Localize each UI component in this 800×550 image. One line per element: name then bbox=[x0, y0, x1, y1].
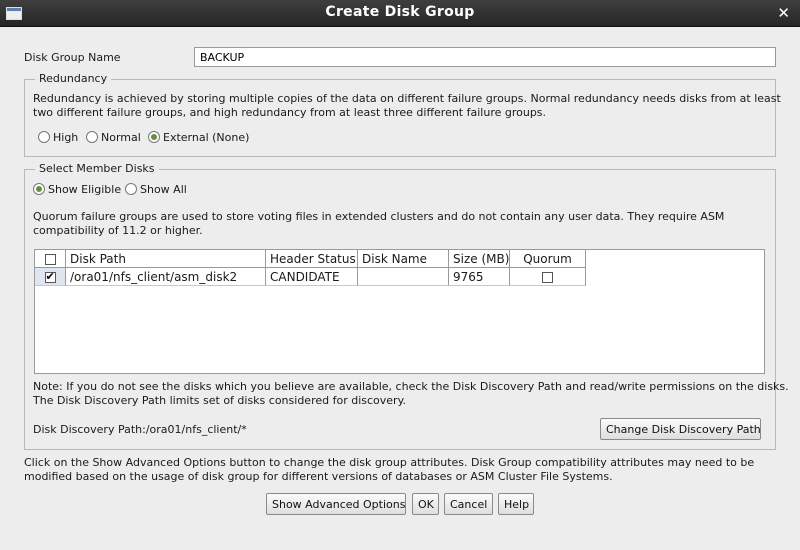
member-disks-legend: Select Member Disks bbox=[35, 162, 159, 175]
show-advanced-options-button[interactable]: Show Advanced Options bbox=[266, 493, 406, 515]
show-all-radio[interactable]: Show All bbox=[125, 183, 187, 196]
redundancy-description-line-1: Redundancy is achieved by storing multip… bbox=[33, 92, 781, 105]
advanced-info-line-2: modified based on the usage of disk grou… bbox=[24, 470, 613, 483]
radio-show-eligible-icon bbox=[33, 183, 45, 195]
change-discovery-path-button[interactable]: Change Disk Discovery Path bbox=[600, 418, 761, 440]
quorum-note-line-2: compatibility of 11.2 or higher. bbox=[33, 224, 203, 237]
column-header-header-status[interactable]: Header Status bbox=[266, 250, 358, 268]
quorum-note-line-1: Quorum failure groups are used to store … bbox=[33, 210, 725, 223]
radio-show-all-icon bbox=[125, 183, 137, 195]
redundancy-description: Redundancy is achieved by storing multip… bbox=[33, 92, 781, 120]
redundancy-legend: Redundancy bbox=[35, 72, 112, 85]
size-cell: 9765 bbox=[449, 268, 510, 286]
advanced-info-line-1: Click on the Show Advanced Options butto… bbox=[24, 456, 755, 469]
close-icon[interactable]: ✕ bbox=[777, 4, 790, 22]
row-select-cell[interactable] bbox=[35, 268, 66, 286]
redundancy-normal-radio[interactable]: Normal bbox=[86, 131, 141, 144]
redundancy-external-label: External (None) bbox=[163, 131, 250, 144]
disk-group-name-input[interactable] bbox=[194, 47, 776, 67]
table-header: Disk Path Header Status Disk Name Size (… bbox=[35, 250, 586, 268]
radio-high-icon bbox=[38, 131, 50, 143]
select-all-cell[interactable] bbox=[35, 250, 66, 268]
discovery-note-line-2: The Disk Discovery Path limits set of di… bbox=[33, 394, 407, 407]
column-header-disk-name[interactable]: Disk Name bbox=[358, 250, 449, 268]
redundancy-description-line-2: two different failure groups, and high r… bbox=[33, 106, 547, 119]
column-header-size[interactable]: Size (MB) bbox=[449, 250, 510, 268]
radio-external-icon bbox=[148, 131, 160, 143]
show-all-label: Show All bbox=[140, 183, 187, 196]
show-eligible-label: Show Eligible bbox=[48, 183, 122, 196]
redundancy-high-label: High bbox=[53, 131, 79, 144]
discovery-note-line-1: Note: If you do not see the disks which … bbox=[33, 380, 789, 393]
header-status-cell: CANDIDATE bbox=[266, 268, 358, 286]
disk-path-cell: /ora01/nfs_client/asm_disk2 bbox=[66, 268, 266, 286]
redundancy-normal-label: Normal bbox=[101, 131, 141, 144]
advanced-info: Click on the Show Advanced Options butto… bbox=[24, 456, 754, 484]
quorum-cell[interactable] bbox=[510, 268, 586, 286]
quorum-note: Quorum failure groups are used to store … bbox=[33, 210, 724, 238]
disk-table[interactable]: Disk Path Header Status Disk Name Size (… bbox=[34, 249, 765, 374]
select-all-checkbox[interactable] bbox=[44, 254, 56, 265]
discovery-path-label: Disk Discovery Path:/ora01/nfs_client/* bbox=[33, 423, 247, 436]
column-header-quorum[interactable]: Quorum bbox=[510, 250, 586, 268]
cancel-button[interactable]: Cancel bbox=[444, 493, 493, 515]
show-eligible-radio[interactable]: Show Eligible bbox=[33, 183, 121, 196]
discovery-note: Note: If you do not see the disks which … bbox=[33, 380, 789, 408]
quorum-checkbox[interactable] bbox=[542, 272, 553, 283]
redundancy-high-radio[interactable]: High bbox=[38, 131, 78, 144]
title-bar: Create Disk Group ✕ bbox=[0, 0, 800, 27]
ok-button[interactable]: OK bbox=[412, 493, 439, 515]
help-button[interactable]: Help bbox=[498, 493, 534, 515]
disk-group-name-label: Disk Group Name bbox=[24, 51, 121, 64]
window-title: Create Disk Group bbox=[325, 4, 475, 20]
table-row[interactable]: /ora01/nfs_client/asm_disk2 CANDIDATE 97… bbox=[35, 268, 586, 286]
column-header-disk-path[interactable]: Disk Path bbox=[66, 250, 266, 268]
radio-normal-icon bbox=[86, 131, 98, 143]
redundancy-external-radio[interactable]: External (None) bbox=[148, 131, 249, 144]
row-select-checkbox[interactable] bbox=[44, 270, 56, 284]
disk-name-cell[interactable] bbox=[358, 268, 449, 286]
